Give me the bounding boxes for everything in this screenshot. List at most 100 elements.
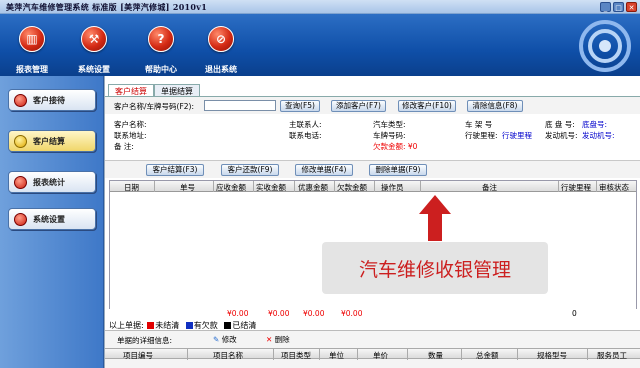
unpaid-swatch — [147, 322, 155, 329]
col-receivable: 应收金额 — [216, 183, 246, 192]
sidebar-item-settings[interactable]: 系统设置 — [8, 208, 96, 230]
frame-label: 车 架 号 — [465, 120, 493, 129]
legend-unpaid: 未结清 — [155, 321, 180, 330]
col-staff: 服务员工 — [597, 351, 627, 360]
delete-icon: ✕ — [266, 335, 273, 344]
col-spec: 规格型号 — [537, 351, 567, 360]
col-audit: 审核状态 — [599, 183, 629, 192]
bullet-icon — [14, 213, 27, 226]
exit-icon: ⊘ — [208, 26, 234, 52]
customer-name-label: 客户名称: — [114, 120, 147, 129]
total-discount: ¥0.00 — [303, 309, 325, 318]
owe-amount: 欠款金额: ¥0 — [373, 142, 418, 151]
sidebar-item-settlement[interactable]: 客户结算 — [8, 130, 96, 152]
chart-icon: ▥ — [19, 26, 45, 52]
add-customer-button[interactable]: 添加客户(F7) — [331, 100, 386, 112]
settle-button[interactable]: 客户结算(F3) — [146, 164, 204, 176]
total-owed: ¥0.00 — [341, 309, 363, 318]
search-label: 客户名称/车牌号码(F2): — [114, 102, 194, 111]
detail-edit-button[interactable]: ✎ 修改 — [213, 334, 237, 345]
repay-button[interactable]: 客户还款(F9) — [221, 164, 279, 176]
total-mileage: 0 — [572, 309, 577, 318]
chassis-value: 底盘号: — [582, 120, 608, 129]
search-bar: 客户名称/车牌号码(F2): 查询(F5) 添加客户(F7) 修改客户(F10)… — [105, 96, 640, 114]
col-bill-no: 单号 — [180, 183, 195, 192]
logo-icon — [579, 20, 631, 72]
col-owed: 欠款金额 — [337, 183, 367, 192]
delete-bill-button[interactable]: 删除单据(F9) — [369, 164, 427, 176]
col-item-name: 项目名称 — [213, 351, 243, 360]
toolbar-label: 报表管理 — [16, 65, 48, 74]
edit-bill-button[interactable]: 修改单据(F4) — [295, 164, 353, 176]
customer-info: 客户名称: 联系地址: 备 注: 主联系人: 联系电话: 汽车类型: 车牌号码:… — [105, 114, 640, 158]
toolbar-exit[interactable]: ⊘ 退出系统 — [191, 16, 251, 76]
edit-icon: ✎ — [213, 335, 220, 344]
search-input[interactable] — [204, 100, 276, 111]
col-item-type: 项目类型 — [281, 351, 311, 360]
minimize-button[interactable]: _ — [600, 2, 611, 12]
legend-prefix: 以上单据: — [109, 321, 144, 330]
action-bar: 客户结算(F3) 客户还款(F9) 修改单据(F4) 删除单据(F9) — [105, 160, 640, 178]
toolbar-help[interactable]: ? 帮助中心 — [131, 16, 191, 76]
close-button[interactable]: ✕ — [626, 2, 637, 12]
tools-icon: ⚒ — [81, 26, 107, 52]
toolbar-settings[interactable]: ⚒ 系统设置 — [64, 16, 124, 76]
edit-customer-button[interactable]: 修改客户(F10) — [398, 100, 456, 112]
col-remark: 备注 — [482, 183, 497, 192]
phone-label: 联系电话: — [289, 131, 322, 140]
col-unit: 单位 — [329, 351, 344, 360]
detail-delete-button[interactable]: ✕ 删除 — [266, 334, 290, 345]
col-received: 实收金额 — [256, 183, 286, 192]
sidebar-item-label: 系统设置 — [33, 215, 65, 224]
arrow-up-icon — [419, 195, 451, 241]
col-total: 总金额 — [476, 351, 499, 360]
mileage-value: 行驶里程 — [502, 131, 532, 140]
totals-row: ¥0.00 ¥0.00 ¥0.00 ¥0.00 0 — [109, 309, 637, 318]
detail-panel: 单据的详细信息: ✎ 修改 ✕ 删除 项目编号 项目名称 项目类型 单位 单价 … — [105, 330, 640, 368]
done-swatch — [224, 322, 232, 329]
overlay-caption-text: 汽车维修收银管理 — [358, 259, 511, 281]
col-price: 单价 — [373, 351, 388, 360]
owing-swatch — [185, 322, 193, 329]
toolbar-label: 帮助中心 — [145, 65, 177, 74]
help-icon: ? — [148, 26, 174, 52]
total-receivable: ¥0.00 — [227, 309, 249, 318]
status-legend: 以上单据: 未结清 有欠款 已结清 — [109, 320, 309, 330]
col-mileage: 行驶里程 — [561, 183, 591, 192]
sidebar-item-statistics[interactable]: 报表统计 — [8, 171, 96, 193]
plate-label: 车牌号码: — [373, 131, 406, 140]
total-received: ¥0.00 — [268, 309, 290, 318]
col-item-no: 项目编号 — [123, 351, 153, 360]
bullet-icon — [14, 94, 27, 107]
detail-table-header: 项目编号 项目名称 项目类型 单位 单价 数量 总金额 规格型号 服务员工 — [105, 348, 640, 360]
mileage-label: 行驶里程: — [465, 131, 498, 140]
contact-label: 主联系人: — [289, 120, 322, 129]
col-qty: 数量 — [428, 351, 443, 360]
legend-owing: 有欠款 — [193, 321, 218, 330]
col-operator: 操作员 — [381, 183, 404, 192]
sidebar-item-label: 报表统计 — [33, 178, 65, 187]
query-button[interactable]: 查询(F5) — [280, 100, 320, 112]
top-toolbar: ▥ 报表管理 ⚒ 系统设置 ? 帮助中心 ⊘ 退出系统 — [0, 14, 640, 76]
legend-done: 已结清 — [232, 321, 257, 330]
overlay-caption: 汽车维修收银管理 — [322, 242, 548, 294]
sidebar: 客户接待 客户结算 报表统计 系统设置 — [0, 76, 104, 368]
bullet-icon — [14, 135, 27, 148]
chassis-label: 底 盘 号: — [545, 120, 575, 129]
title-bar: 美萍汽车维修管理系统 标准版 [美萍汽修城] 2010v1 _ □ ✕ — [0, 0, 640, 14]
detail-label: 单据的详细信息: — [117, 336, 173, 345]
window-title: 美萍汽车维修管理系统 标准版 [美萍汽修城] 2010v1 — [6, 2, 208, 12]
table-header: 日期 单号 应收金额 实收金额 优惠金额 欠款金额 操作员 备注 行驶里程 审核… — [110, 181, 636, 192]
clear-info-button[interactable]: 清除信息(F8) — [467, 100, 523, 112]
maximize-button[interactable]: □ — [613, 2, 624, 12]
bullet-icon — [14, 176, 27, 189]
detail-edit-label: 修改 — [221, 335, 237, 344]
engine-label: 发动机号: — [545, 131, 578, 140]
detail-delete-label: 删除 — [274, 335, 290, 344]
col-date: 日期 — [124, 183, 139, 192]
sidebar-item-label: 客户接待 — [33, 96, 65, 105]
sidebar-item-reception[interactable]: 客户接待 — [8, 89, 96, 111]
tab-bill-settlement[interactable]: 单据结算 — [154, 84, 200, 96]
engine-value: 发动机号: — [582, 131, 615, 140]
toolbar-reports[interactable]: ▥ 报表管理 — [2, 16, 62, 76]
